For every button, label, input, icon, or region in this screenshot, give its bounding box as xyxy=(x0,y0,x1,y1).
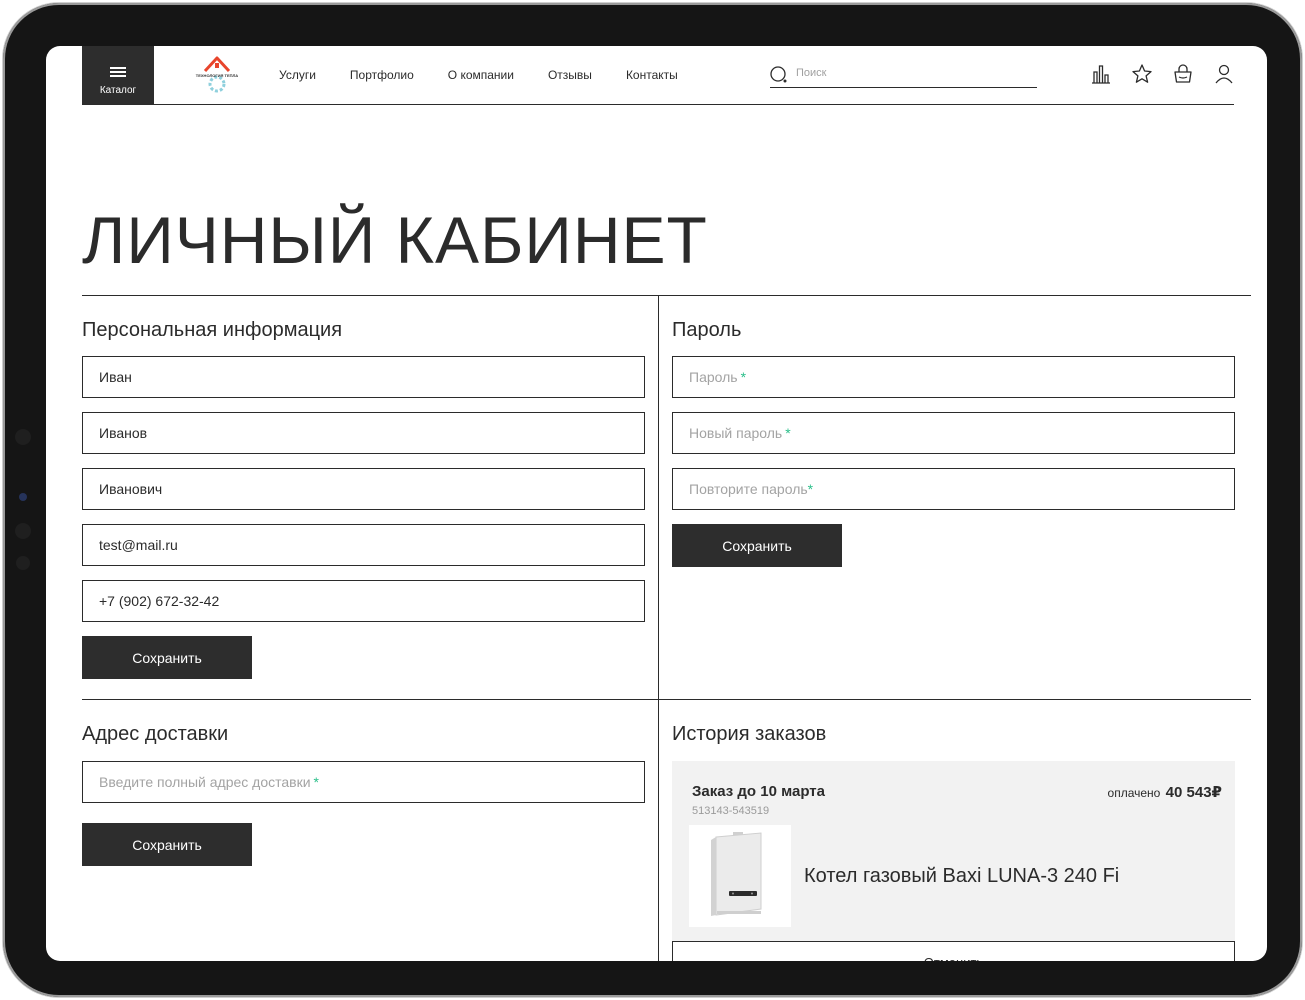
required-mark: * xyxy=(740,369,747,385)
current-password-placeholder: Пароль xyxy=(689,369,738,385)
first-name-input[interactable] xyxy=(99,369,628,385)
camera-dot xyxy=(16,556,30,570)
screen: Каталог ТЕХНОЛОГИЯ ТЕПЛА Услуги Портфоли… xyxy=(46,46,1267,961)
main-nav: Услуги Портфолио О компании Отзывы Конта… xyxy=(279,68,678,82)
logo[interactable]: ТЕХНОЛОГИЯ ТЕПЛА xyxy=(194,54,240,94)
compare-icon[interactable] xyxy=(1090,63,1112,85)
nav-item-contacts[interactable]: Контакты xyxy=(626,68,678,82)
order-history-title: История заказов xyxy=(672,723,827,745)
order-card[interactable]: Заказ до 10 марта 513143-543519 оплачено… xyxy=(672,761,1235,941)
header-icons xyxy=(1090,63,1235,85)
nav-item-reviews[interactable]: Отзывы xyxy=(548,68,592,82)
required-mark: * xyxy=(313,774,319,790)
boiler-image xyxy=(711,832,762,916)
section-divider xyxy=(82,295,1251,296)
required-mark: * xyxy=(785,425,791,441)
product-image[interactable] xyxy=(689,825,791,927)
middle-name-input[interactable] xyxy=(99,481,628,497)
save-address-button[interactable]: Сохранить xyxy=(82,823,252,866)
camera-dot xyxy=(15,523,31,539)
camera-dot xyxy=(15,429,31,445)
camera-dot xyxy=(19,493,27,501)
order-number: 513143-543519 xyxy=(692,805,770,817)
new-password-placeholder: Новый пароль xyxy=(689,425,783,441)
phone-input[interactable] xyxy=(99,593,628,609)
nav-item-services[interactable]: Услуги xyxy=(279,68,316,82)
save-personal-button[interactable]: Сохранить xyxy=(82,636,252,679)
password-title: Пароль xyxy=(672,319,742,341)
order-amount: 40 543₽ xyxy=(1165,784,1222,801)
order-title: Заказ до 10 марта xyxy=(692,783,825,800)
cancel-order-button[interactable]: Отменить xyxy=(672,941,1235,961)
required-mark: * xyxy=(807,481,814,497)
email-field[interactable] xyxy=(82,524,645,566)
user-icon[interactable] xyxy=(1213,63,1235,85)
first-name-field[interactable] xyxy=(82,356,645,398)
catalog-label: Каталог xyxy=(99,85,137,96)
email-input[interactable] xyxy=(99,537,628,553)
search-input[interactable] xyxy=(796,67,1026,79)
personal-info-title: Персональная информация xyxy=(82,319,343,341)
favorite-icon[interactable] xyxy=(1131,63,1153,85)
last-name-input[interactable] xyxy=(99,425,628,441)
address-placeholder: Введите полный адрес доставки xyxy=(99,774,311,790)
search-icon[interactable] xyxy=(770,66,788,84)
catalog-button[interactable]: Каталог xyxy=(82,46,154,104)
phone-field[interactable] xyxy=(82,580,645,622)
last-name-field[interactable] xyxy=(82,412,645,454)
menu-icon xyxy=(110,67,126,77)
middle-name-field[interactable] xyxy=(82,468,645,510)
search-bar xyxy=(770,64,1037,88)
page-title: ЛИЧНЫЙ КАБИНЕТ xyxy=(82,203,708,277)
section-divider xyxy=(82,699,1251,700)
order-status: оплачено xyxy=(1107,786,1161,800)
column-divider xyxy=(658,295,659,961)
tablet-frame: Каталог ТЕХНОЛОГИЯ ТЕПЛА Услуги Портфоли… xyxy=(3,3,1302,997)
address-title: Адрес доставки xyxy=(82,723,229,745)
order-payment: оплачено 40 543₽ xyxy=(1108,783,1222,801)
nav-item-about[interactable]: О компании xyxy=(448,68,514,82)
repeat-password-placeholder: Повторите пароль xyxy=(689,481,808,497)
address-field[interactable]: Введите полный адрес доставки * xyxy=(82,761,645,803)
cart-icon[interactable] xyxy=(1172,63,1194,85)
repeat-password-field[interactable]: Повторите пароль * xyxy=(672,468,1235,510)
nav-item-portfolio[interactable]: Портфолио xyxy=(350,68,414,82)
header-divider xyxy=(82,104,1234,105)
save-password-button[interactable]: Сохранить xyxy=(672,524,842,567)
current-password-field[interactable]: Пароль * xyxy=(672,356,1235,398)
logo-text: ТЕХНОЛОГИЯ ТЕПЛА xyxy=(195,73,239,78)
product-name[interactable]: Котел газовый Baxi LUNA-3 240 Fi xyxy=(804,865,1119,888)
new-password-field[interactable]: Новый пароль * xyxy=(672,412,1235,454)
